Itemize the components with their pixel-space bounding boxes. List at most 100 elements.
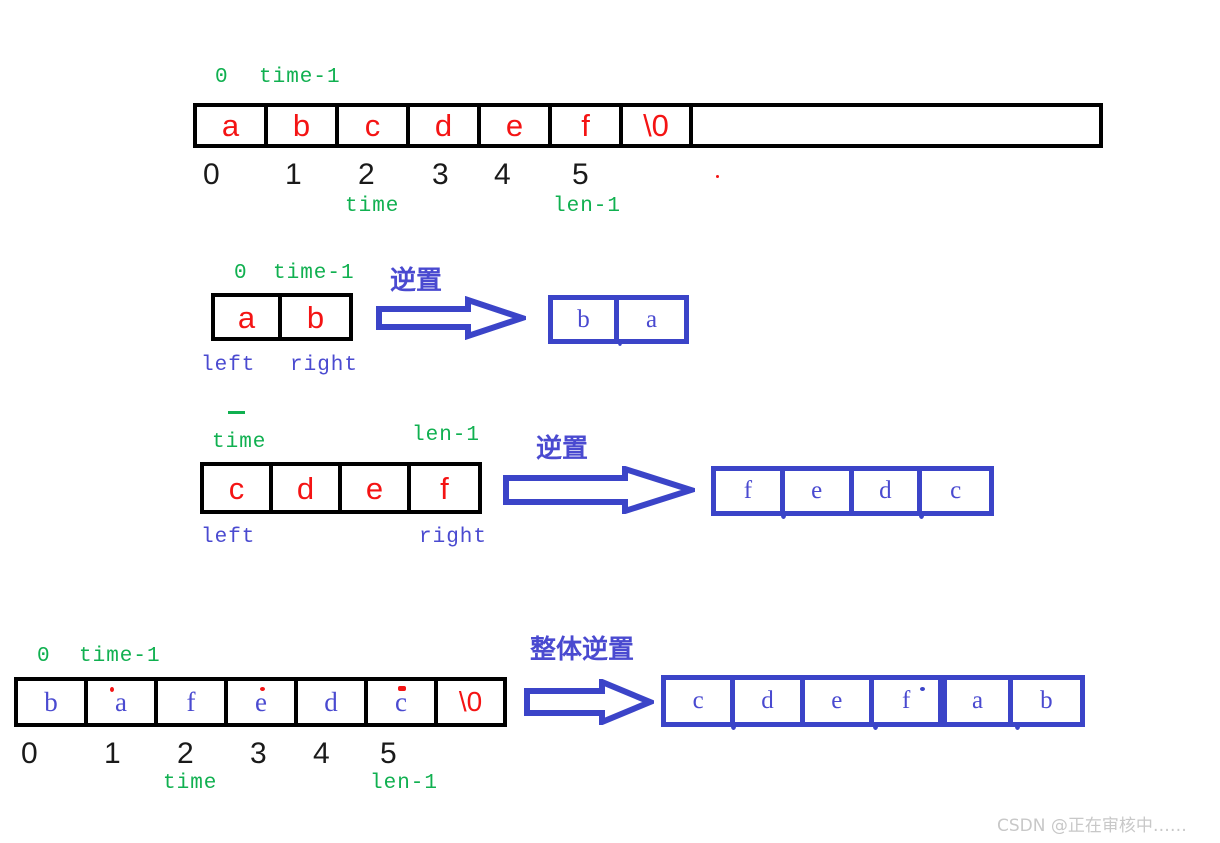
row4-source-array: b a f e d c \0	[14, 677, 507, 727]
array-cell: c	[339, 107, 410, 144]
cell-value: f	[581, 108, 590, 143]
cell-value: b	[1040, 687, 1053, 714]
cell-value: d	[434, 108, 453, 143]
row4-index: 2	[177, 737, 194, 770]
cell-value: c	[692, 687, 704, 714]
speck-mark	[1015, 723, 1020, 730]
array-cell: e	[804, 680, 874, 722]
array-cell: e	[481, 107, 552, 144]
cell-value: c	[395, 686, 407, 717]
cell-value: e	[505, 108, 524, 143]
row3-time-overbar	[228, 411, 245, 414]
row3-result-array: f e d c	[711, 466, 994, 516]
array-cell: \0	[623, 107, 693, 144]
row1-index: 5	[572, 158, 589, 191]
array-cell: d	[298, 681, 368, 723]
cell-value: c	[950, 477, 962, 504]
row4-index: 1	[104, 737, 121, 770]
row4-result-array: c d e f a b	[661, 675, 1085, 727]
row4-label-time-minus-1: time-1	[79, 645, 161, 668]
array-cell: f	[158, 681, 228, 723]
cell-value: d	[879, 477, 892, 504]
array-cell: c	[368, 681, 438, 723]
cell-value: a	[115, 686, 127, 717]
row2-label-left: left	[201, 354, 256, 377]
cell-value: e	[365, 470, 384, 506]
row1-index: 0	[203, 158, 220, 191]
cell-value: f	[743, 477, 753, 504]
array-cell: d	[410, 107, 481, 144]
array-cell: f	[716, 471, 785, 511]
array-cell: b	[1012, 680, 1080, 722]
cell-value: a	[971, 687, 984, 714]
array-cell: d	[853, 471, 923, 511]
array-cell: b	[18, 681, 88, 723]
cell-value: a	[221, 108, 240, 143]
cell-value: d	[761, 687, 774, 714]
array-cell: a	[215, 297, 282, 337]
array-cell: c	[204, 466, 273, 510]
cell-value: a	[645, 305, 658, 333]
speck-mark	[919, 687, 925, 691]
array-cell: d	[273, 466, 342, 510]
row3-label-right: right	[419, 526, 488, 549]
cell-value: b	[577, 305, 590, 333]
cell-value: d	[324, 686, 338, 717]
row2-source-array: a b	[211, 293, 353, 341]
row2-arrow-icon	[376, 296, 526, 340]
speck-mark	[716, 175, 719, 178]
row1-index: 2	[358, 158, 375, 191]
array-cell: f	[873, 680, 944, 722]
array-cell: d	[735, 680, 805, 722]
row1-under-label-time: time	[345, 195, 400, 218]
row1-index: 1	[285, 158, 302, 191]
speck-mark	[731, 723, 736, 730]
array-cell: a	[943, 680, 1013, 722]
array-cell: b	[553, 300, 619, 339]
cell-value: f	[901, 687, 911, 714]
cell-value: e	[255, 686, 267, 717]
row3-operation-label: 逆置	[536, 434, 589, 464]
row4-index: 4	[313, 737, 330, 770]
speck-mark	[260, 687, 265, 691]
cell-value: c	[228, 470, 245, 506]
cell-value: \0	[458, 686, 483, 717]
array-cell: \0	[438, 681, 503, 723]
array-cell: a	[619, 300, 684, 339]
array-cell: a	[197, 107, 268, 144]
array-cell: e	[228, 681, 298, 723]
row2-operation-label: 逆置	[390, 266, 443, 296]
cell-value: e	[831, 687, 843, 714]
cell-value: f	[186, 686, 196, 717]
cell-value: e	[811, 477, 823, 504]
speck-mark	[781, 512, 786, 519]
row1-label-time-minus-1: time-1	[259, 66, 341, 89]
speck-mark	[618, 340, 622, 346]
cell-value: a	[237, 299, 256, 335]
cell-value: \0	[643, 108, 669, 143]
array-cell: b	[282, 297, 349, 337]
speck-mark	[398, 686, 406, 691]
cell-value: d	[296, 470, 315, 506]
cell-value: b	[306, 299, 325, 335]
array-cell: f	[552, 107, 623, 144]
row3-source-array: c d e f	[200, 462, 482, 514]
watermark: CSDN @正在审核中……	[997, 816, 1187, 836]
cell-value: f	[440, 470, 449, 506]
row4-index: 5	[380, 737, 397, 770]
row1-index: 3	[432, 158, 449, 191]
array-cell: f	[411, 466, 478, 510]
row3-label-time: time	[212, 431, 267, 454]
row1-under-label-len-minus-1: len-1	[553, 195, 622, 218]
row2-label-time-minus-1: time-1	[273, 262, 355, 285]
row1-source-array: a b c d e f \0	[193, 103, 1103, 148]
row3-arrow-icon	[503, 466, 695, 514]
row1-label-zero: 0	[215, 66, 229, 89]
array-cell: e	[784, 471, 854, 511]
cell-value: b	[292, 108, 311, 143]
row3-label-left: left	[201, 526, 256, 549]
row4-index: 0	[21, 737, 38, 770]
array-cell-empty-tail	[693, 107, 1099, 144]
row2-result-array: b a	[548, 295, 689, 344]
cell-value: c	[364, 108, 381, 143]
